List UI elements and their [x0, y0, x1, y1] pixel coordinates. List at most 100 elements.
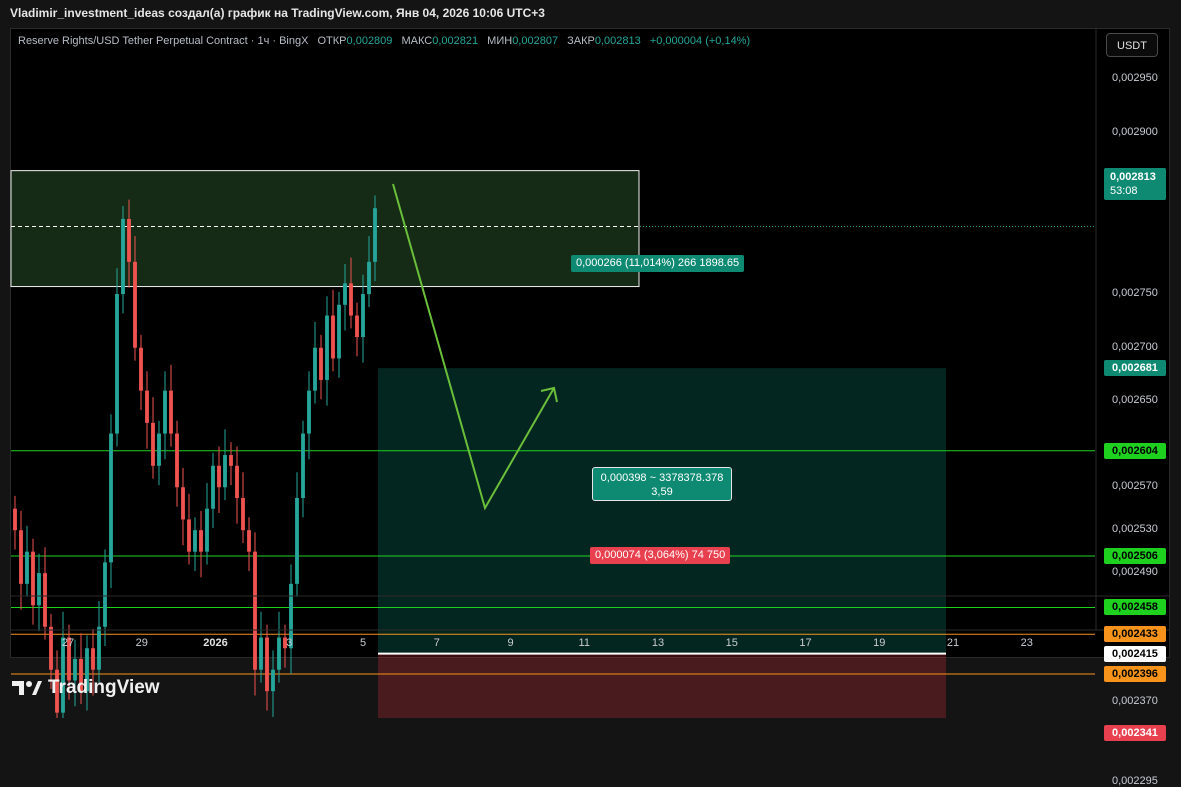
candle	[217, 446, 221, 514]
candle-body	[103, 562, 107, 627]
candle	[151, 397, 155, 479]
candle-body	[37, 573, 41, 606]
candle	[19, 510, 23, 610]
y-tick-label: 0,002490	[1112, 566, 1158, 579]
y-tick-label: 0,002370	[1112, 694, 1158, 707]
y-tick-label: 0,002530	[1112, 523, 1158, 536]
position-info-label[interactable]: 0,000398 ~ 3378378.378 3,59	[592, 467, 732, 501]
change-value: +0,000004 (+0,14%)	[649, 35, 751, 47]
price-badge-support: 0,002458	[1104, 599, 1166, 616]
candle-body	[313, 347, 317, 391]
candle	[325, 296, 329, 406]
candle-body	[295, 497, 299, 584]
price-badge-target: 0,002681	[1104, 360, 1166, 377]
candle-body	[253, 551, 257, 670]
target-label: 0,000266 (11,014%) 266 1898.65	[571, 255, 745, 272]
resistance-zone	[10, 170, 640, 288]
candle-body	[229, 455, 233, 466]
candle-body	[265, 637, 269, 692]
candle-body	[331, 315, 335, 359]
candle-body	[97, 626, 101, 670]
candle-body	[163, 390, 167, 434]
candle	[25, 525, 29, 597]
candle	[109, 414, 113, 589]
candle	[289, 564, 293, 675]
candle-body	[121, 218, 125, 295]
candle	[103, 549, 107, 647]
candle	[265, 624, 269, 711]
candle-body	[367, 261, 371, 295]
candle	[85, 635, 89, 711]
low-label: МИН	[487, 35, 513, 47]
candle	[97, 601, 101, 683]
candle	[163, 371, 167, 460]
candle-body	[127, 218, 131, 262]
y-tick-label: 0,002900	[1112, 126, 1158, 139]
candle	[253, 532, 257, 696]
x-tick-label: 3	[286, 637, 293, 649]
position-info-line1: 0,000398 ~ 3378378.378	[600, 472, 724, 484]
countdown: 53:08	[1110, 185, 1138, 197]
open-label: ОТКР	[317, 35, 347, 47]
candle-body	[325, 315, 329, 380]
high-value: 0,002821	[432, 35, 479, 47]
x-tick-label: 13	[651, 637, 665, 649]
stop-label: 0,000074 (3,064%) 74 750	[590, 547, 731, 564]
symbol-name: Reserve Rights/USD Tether Perpetual Cont…	[18, 35, 309, 47]
candle-body	[25, 551, 29, 584]
candle-body	[175, 433, 179, 488]
candle	[277, 611, 281, 683]
candle	[307, 371, 311, 460]
candle	[301, 420, 305, 518]
candle	[259, 611, 263, 683]
candle-body	[349, 283, 353, 316]
position-info-line2: 3,59	[651, 486, 673, 498]
candle-body	[187, 519, 191, 552]
candle	[157, 420, 161, 486]
candle	[37, 553, 41, 632]
x-tick-label: 27	[61, 637, 75, 649]
candle	[313, 321, 317, 404]
price-badge-orange: 0,002433	[1104, 626, 1166, 643]
x-tick-label: 23	[1020, 637, 1033, 649]
candle-body	[223, 455, 227, 488]
price-chart[interactable]	[0, 0, 1181, 718]
candle	[61, 611, 65, 718]
candle	[337, 291, 341, 378]
candle	[247, 517, 251, 571]
candle-body	[235, 465, 239, 498]
price-badge-entry: 0,002415	[1104, 645, 1166, 662]
candle	[229, 442, 233, 486]
close-label: ЗАКР	[567, 35, 595, 47]
candle-body	[193, 530, 197, 552]
candle-body	[157, 433, 161, 466]
brand[interactable]: TradingView	[12, 677, 160, 699]
price-badge-orange: 0,002396	[1104, 666, 1166, 682]
candle-body	[259, 637, 263, 670]
target-zone	[378, 368, 946, 654]
candle-body	[205, 508, 209, 552]
candle	[199, 510, 203, 578]
currency-button[interactable]: USDT	[1106, 33, 1158, 57]
x-tick-label: 9	[507, 637, 514, 649]
price-badge-stop: 0,002341	[1104, 725, 1166, 742]
y-tick-label: 0,002650	[1112, 394, 1158, 407]
candle	[361, 274, 365, 363]
symbol-legend: Reserve Rights/USD Tether Perpetual Cont…	[18, 35, 750, 47]
open-value: 0,002809	[346, 35, 393, 47]
candle-body	[343, 283, 347, 305]
brand-name: TradingView	[48, 677, 160, 698]
close-value: 0,002813	[594, 35, 641, 47]
candle	[241, 472, 245, 544]
candle-body	[361, 294, 365, 337]
candle	[187, 493, 191, 565]
x-tick-label: 17	[799, 637, 812, 649]
candle-body	[199, 530, 203, 552]
low-value: 0,002807	[512, 35, 559, 47]
y-tick-label: 0,002750	[1112, 287, 1158, 300]
price-badge-support: 0,002604	[1104, 442, 1166, 459]
y-tick-label: 0,002295	[1112, 775, 1158, 787]
price-badge-support: 0,002506	[1104, 547, 1166, 564]
x-tick-label: 11	[578, 637, 590, 649]
candle	[31, 538, 35, 625]
